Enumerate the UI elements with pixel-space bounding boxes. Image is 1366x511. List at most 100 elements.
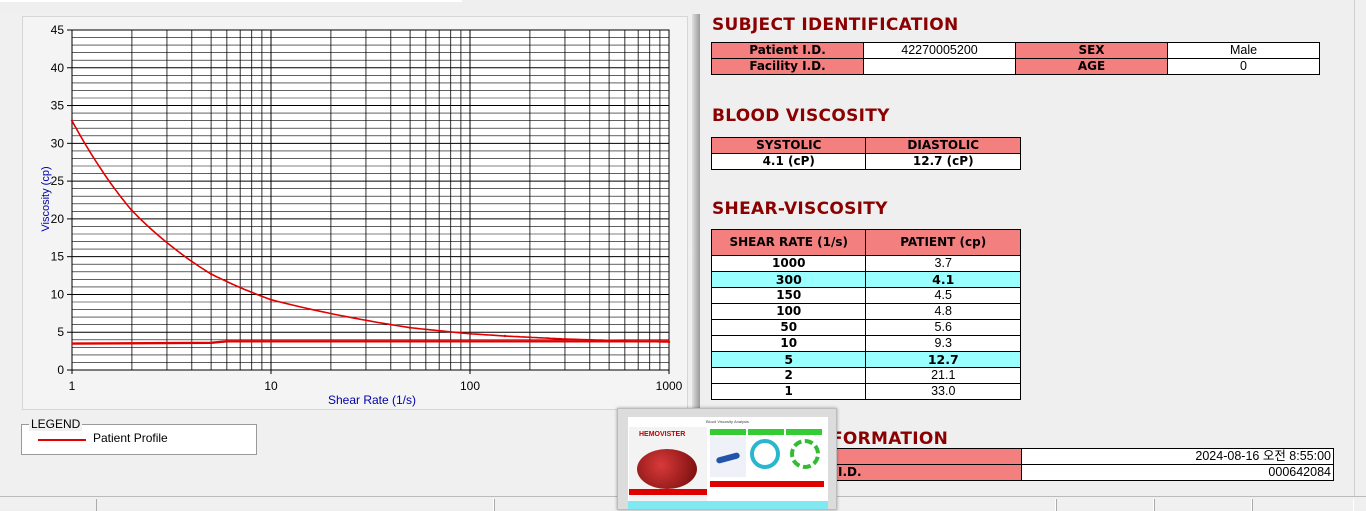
x-tick-label: 10	[264, 379, 278, 393]
subject-identification-title: SUBJECT IDENTIFICATION	[712, 15, 959, 35]
data-point	[468, 332, 472, 335]
table-row: 1 33.0	[710, 383, 1021, 400]
test-datetime-value: 2024-08-16 오전 8:55:00	[1020, 448, 1335, 465]
thumbnail-caption: Blood Viscosity Analysis	[706, 419, 749, 424]
table-row: 100 4.8	[710, 303, 1021, 320]
y-tick-label: 5	[57, 325, 64, 339]
shear-viscosity-title: SHEAR-VISCOSITY	[712, 199, 888, 219]
status-segment	[1154, 499, 1252, 511]
patient-value-cell: 4.5	[865, 287, 1021, 304]
patient-value-cell: 33.0	[865, 383, 1021, 400]
test-id-value: 000642084	[1020, 464, 1335, 481]
plot-area	[71, 29, 670, 371]
patient-cp-header: PATIENT (cp)	[865, 229, 1021, 256]
blood-cell-image	[637, 449, 697, 489]
y-axis-label: Viscosity (cp)	[40, 166, 52, 231]
patient-value-cell: 21.1	[865, 367, 1021, 384]
age-label: AGE	[1015, 58, 1168, 75]
thumbnail-content: Blood Viscosity Analysis HEMOVISTER	[628, 417, 828, 509]
status-segment	[1252, 499, 1354, 511]
diastolic-label: DIASTOLIC	[865, 137, 1021, 154]
data-point	[269, 298, 273, 301]
viscosity-chart: 0 5 10 15 20 25 30 35 40 45 1 10 100 1000 Shear Rate…	[22, 16, 688, 410]
shear-rate-cell: 150	[710, 287, 867, 304]
shear-rate-cell: 100	[710, 303, 867, 320]
age-value: 0	[1167, 58, 1320, 75]
y-tick-label: 25	[51, 174, 65, 188]
x-axis-label: Shear Rate (1/s)	[328, 393, 416, 407]
patient-value-cell: 3.7	[865, 255, 1021, 272]
data-point	[130, 209, 134, 212]
thumbnail-logo-panel: HEMOVISTER	[629, 427, 707, 501]
y-tick-label: 20	[51, 212, 65, 226]
y-tick-label: 15	[51, 250, 65, 264]
diastolic-value: 12.7 (cP)	[865, 153, 1021, 170]
thumbnail-panel	[710, 437, 746, 477]
shear-rate-cell: 50	[710, 319, 867, 336]
data-point	[70, 119, 74, 122]
chart-grid	[71, 29, 670, 371]
top-strip	[0, 0, 462, 2]
table-row-highlighted: 300 4.1	[710, 271, 1021, 288]
patient-value-cell: 5.6	[865, 319, 1021, 336]
patient-id-value: 42270005200	[863, 42, 1016, 59]
status-segment	[1056, 499, 1154, 511]
sex-value: Male	[1167, 42, 1320, 59]
blood-viscosity-table: SYSTOLIC DIASTOLIC 4.1 (cP) 12.7 (cP)	[710, 137, 1021, 170]
data-point	[563, 337, 567, 341]
x-tick-label: 1000	[656, 379, 683, 393]
chart-svg: 0 5 10 15 20 25 30 35 40 45 1 10 100 1000 Shear Rate…	[40, 23, 683, 407]
shear-rate-header: SHEAR RATE (1/s)	[710, 229, 867, 256]
patient-value-cell: 4.8	[865, 303, 1021, 320]
shear-rate-cell: 1000	[710, 255, 867, 272]
table-row: 1000 3.7	[710, 255, 1021, 272]
legend-entry-patient-profile: Patient Profile	[93, 431, 168, 445]
x-tick-label: 1	[69, 379, 76, 393]
table-row: 50 5.6	[710, 319, 1021, 336]
thumbnail-curve	[715, 451, 741, 465]
test-information-title: FORMATION	[831, 429, 949, 449]
data-point	[503, 334, 507, 338]
table-row: 10 9.3	[710, 335, 1021, 352]
data-point	[667, 340, 671, 344]
thumbnail-green-bar	[786, 429, 822, 435]
shear-viscosity-table: SHEAR RATE (1/s) PATIENT (cp) 1000 3.7 30…	[710, 229, 1021, 400]
shear-rate-cell: 300	[710, 271, 867, 288]
y-tick-label: 30	[51, 136, 65, 150]
patient-value-cell: 12.7	[865, 351, 1021, 368]
facility-id-value	[863, 58, 1016, 75]
patient-id-label: Patient I.D.	[711, 42, 864, 59]
y-tick-label: 35	[51, 99, 65, 113]
y-tick-labels: 0 5 10 15 20 25 30 35 40 45	[51, 23, 72, 377]
facility-id-label: Facility I.D.	[711, 58, 864, 75]
legend-title: LEGEND	[29, 417, 83, 431]
table-row: 2 21.1	[710, 367, 1021, 384]
systolic-value: 4.1 (cP)	[710, 153, 867, 170]
window-thumbnail-preview[interactable]: Blood Viscosity Analysis HEMOVISTER	[617, 408, 837, 510]
y-tick-label: 40	[51, 61, 65, 75]
sex-label: SEX	[1015, 42, 1168, 59]
table-row: 150 4.5	[710, 287, 1021, 304]
subject-table: Patient I.D. 42270005200 SEX Male Facili…	[711, 42, 1320, 75]
thumbnail-gauge	[790, 439, 820, 469]
thumbnail-logo-text: HEMOVISTER	[639, 431, 686, 438]
vertical-scrollbar[interactable]	[1354, 0, 1366, 496]
y-tick-label: 0	[57, 363, 64, 377]
blood-viscosity-title: BLOOD VISCOSITY	[712, 106, 890, 126]
x-tick-labels: 1 10 100 1000	[69, 370, 683, 393]
thumbnail-red-bar	[629, 489, 707, 495]
status-segment	[96, 499, 494, 511]
y-tick-label: 10	[51, 287, 65, 301]
thumbnail-gauge	[750, 439, 780, 469]
systolic-label: SYSTOLIC	[710, 137, 867, 154]
y-tick-label: 45	[51, 23, 65, 37]
shear-rate-cell: 1	[710, 383, 867, 400]
shear-rate-cell: 5	[710, 351, 867, 368]
thumbnail-green-bar	[710, 429, 746, 435]
patient-value-cell: 9.3	[865, 335, 1021, 352]
shear-rate-cell: 2	[710, 367, 867, 384]
shear-rate-cell: 10	[710, 335, 867, 352]
x-tick-label: 100	[460, 379, 480, 393]
data-point	[408, 326, 412, 329]
table-row-highlighted: 5 12.7	[710, 351, 1021, 368]
